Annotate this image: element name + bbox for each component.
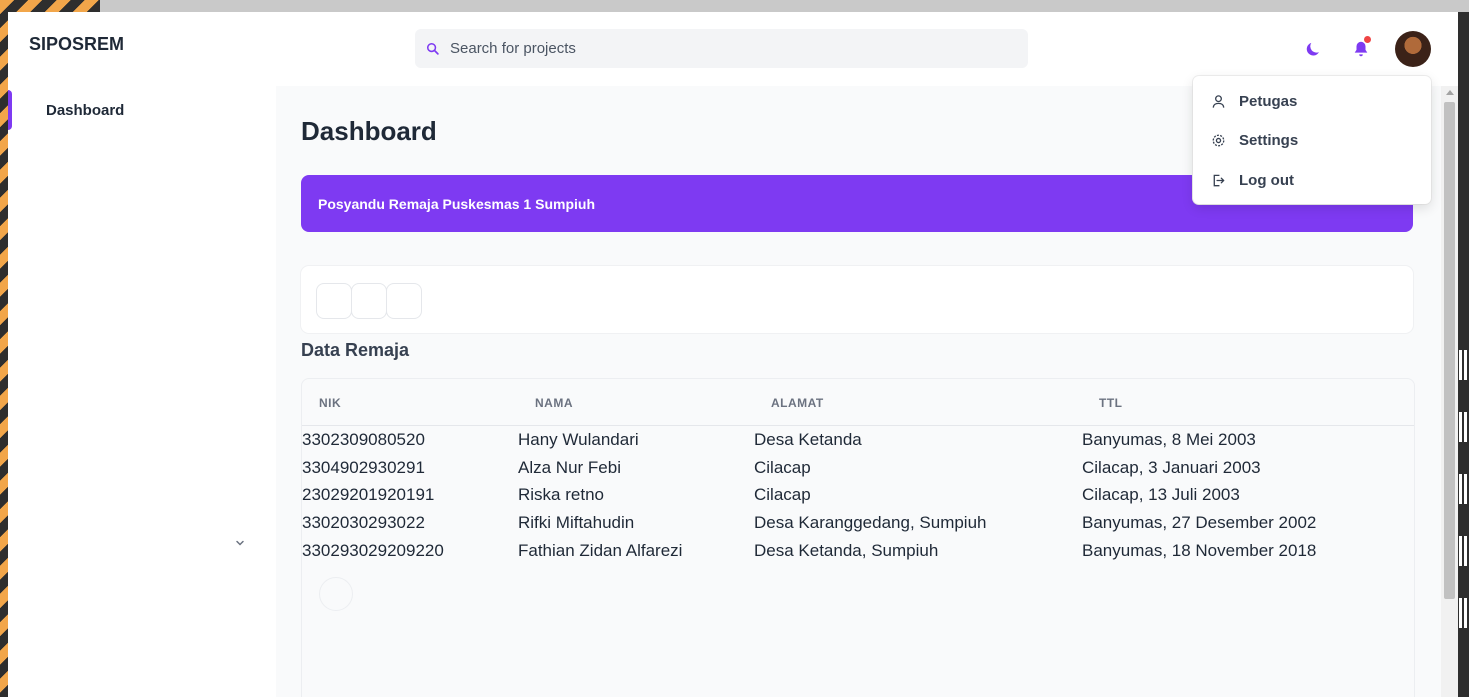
cell-ttl: Cilacap, 3 Januari 2003 — [1082, 458, 1261, 477]
loading-placeholder — [319, 577, 353, 611]
sidebar: Dashboard — [8, 86, 276, 697]
moon-icon — [1306, 42, 1319, 56]
cell-nik: 23029201920191 — [302, 485, 435, 504]
cell-nama: Fathian Zidan Alfarezi — [518, 541, 683, 560]
table-row[interactable]: 3302030293022 Rifki Miftahudin Desa Kara… — [302, 513, 1414, 541]
cell-alamat: Desa Karanggedang, Sumpiuh — [754, 513, 987, 532]
background-top — [0, 0, 1469, 12]
sidebar-active-indicator — [8, 90, 12, 130]
cell-alamat: Cilacap — [754, 458, 811, 477]
cell-ttl: Banyumas, 18 November 2018 — [1082, 541, 1317, 560]
search-icon — [426, 42, 439, 55]
scroll-up-arrow[interactable] — [1446, 90, 1454, 95]
chevron-down-icon[interactable] — [233, 536, 247, 550]
column-header-nik[interactable]: NIK — [319, 396, 341, 410]
cell-nik: 330293029209220 — [302, 541, 444, 560]
notification-dot — [1364, 36, 1371, 43]
column-header-nama[interactable]: NAMA — [535, 396, 573, 410]
brand-logo[interactable]: SIPOSREM — [29, 34, 124, 55]
stat-cards-container — [301, 266, 1413, 333]
theme-toggle-button[interactable] — [1303, 38, 1325, 60]
scrollbar-thumb[interactable] — [1444, 102, 1455, 599]
page-title: Dashboard — [301, 116, 437, 146]
cell-ttl: Banyumas, 8 Mei 2003 — [1082, 430, 1256, 449]
cell-nik: 3304902930291 — [302, 458, 425, 477]
cell-nama: Riska retno — [518, 485, 604, 504]
menu-item-label: Log out — [1239, 171, 1294, 189]
decorative-marks-right — [1457, 350, 1469, 640]
sidebar-item-dashboard[interactable]: Dashboard — [46, 102, 124, 119]
search-input[interactable] — [448, 39, 1012, 58]
logout-icon — [1213, 174, 1225, 186]
card-placeholder — [316, 283, 352, 319]
search-box[interactable] — [415, 29, 1028, 68]
menu-item-settings[interactable]: Settings — [1211, 129, 1298, 151]
menu-item-label: Settings — [1239, 131, 1299, 149]
menu-item-logout[interactable]: Log out — [1211, 169, 1294, 191]
top-bar: SIPOSREM — [8, 12, 1458, 86]
cell-alamat: Cilacap — [754, 485, 811, 504]
card-placeholder — [386, 283, 422, 319]
table-row[interactable]: 3302309080520 Hany Wulandari Desa Ketand… — [302, 430, 1414, 458]
cell-nik: 3302309080520 — [302, 430, 425, 449]
profile-dropdown-menu: Petugas Settings Log out — [1193, 76, 1431, 204]
decorative-stripes-top — [0, 0, 100, 12]
gear-icon — [1212, 134, 1225, 146]
menu-item-label: Petugas — [1239, 92, 1298, 110]
cell-nik: 3302030293022 — [302, 513, 425, 532]
cell-nama: Alza Nur Febi — [518, 458, 621, 477]
table-row[interactable]: 23029201920191 Riska retno Cilacap Cilac… — [302, 485, 1414, 513]
scrollbar[interactable] — [1441, 86, 1458, 697]
section-title: Data Remaja — [301, 340, 410, 360]
menu-item-petugas[interactable]: Petugas — [1211, 90, 1297, 112]
banner-text: Posyandu Remaja Puskesmas 1 Sumpiuh — [318, 195, 595, 212]
app-window: SIPOSREM Dashboard Dashboard Posyandu Re… — [8, 12, 1458, 697]
cell-alamat: Desa Ketanda, Sumpiuh — [754, 541, 939, 560]
data-table: NIK NAMA ALAMAT TTL 3302309080520 Hany W… — [301, 378, 1415, 697]
column-header-ttl[interactable]: TTL — [1099, 396, 1123, 410]
column-header-alamat[interactable]: ALAMAT — [771, 396, 824, 410]
table-row[interactable]: 3304902930291 Alza Nur Febi Cilacap Cila… — [302, 458, 1414, 486]
cell-ttl: Banyumas, 27 Desember 2002 — [1082, 513, 1317, 532]
cell-ttl: Cilacap, 13 Juli 2003 — [1082, 485, 1240, 504]
avatar[interactable] — [1395, 31, 1431, 67]
cell-nama: Hany Wulandari — [518, 430, 639, 449]
card-placeholder — [351, 283, 387, 319]
table-header: NIK NAMA ALAMAT TTL — [302, 379, 1414, 426]
user-icon — [1212, 94, 1225, 108]
table-row[interactable]: 330293029209220 Fathian Zidan Alfarezi D… — [302, 541, 1414, 569]
cell-nama: Rifki Miftahudin — [518, 513, 635, 532]
notifications-button[interactable] — [1350, 36, 1372, 60]
cell-alamat: Desa Ketanda — [754, 430, 862, 449]
